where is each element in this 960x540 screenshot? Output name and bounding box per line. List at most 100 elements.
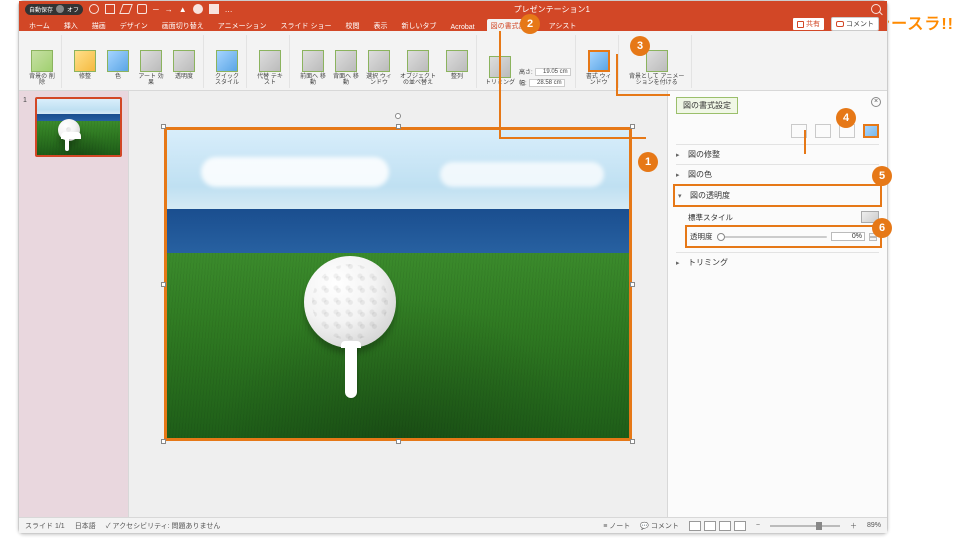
format-pane: 図の書式設定 × ▸図の修整 ▸図の色 ▾図の透明度 標準スタイル bbox=[667, 91, 887, 517]
qat-filled-square-icon[interactable] bbox=[209, 4, 219, 14]
tab-assist[interactable]: アシスト bbox=[547, 19, 579, 31]
status-lang: 日本語 bbox=[75, 521, 96, 531]
callout-2: 2 bbox=[520, 14, 540, 34]
qat-roundrect-icon[interactable] bbox=[137, 4, 147, 14]
color-button[interactable]: 色 bbox=[103, 50, 133, 87]
transparency-value[interactable]: 0% bbox=[831, 232, 865, 241]
zoom-out-button[interactable]: − bbox=[756, 522, 760, 529]
tab-home[interactable]: ホーム bbox=[27, 19, 52, 31]
tab-animations[interactable]: アニメーション bbox=[216, 19, 269, 31]
section-transparency-label: 図の透明度 bbox=[690, 190, 730, 201]
callout-4: 4 bbox=[836, 108, 856, 128]
tab-slideshow[interactable]: スライド ショー bbox=[279, 19, 334, 31]
format-pane-button[interactable]: 書式 ウィンドウ bbox=[584, 50, 614, 87]
status-a11y[interactable]: ✓ アクセシビリティ: 問題ありません bbox=[106, 521, 221, 531]
qat-text-icon[interactable]: … bbox=[225, 5, 233, 14]
selection-pane-button[interactable]: 選択 ウィンドウ bbox=[364, 50, 394, 87]
align-button[interactable]: 整列 bbox=[442, 50, 472, 87]
autosave-toggle[interactable]: 自動保存 オフ bbox=[25, 4, 83, 15]
transparency-button[interactable]: 透明度 bbox=[169, 50, 199, 87]
height-label: 高さ: bbox=[519, 67, 533, 76]
body: 1 bbox=[19, 91, 887, 517]
remove-bg-button[interactable]: 背景の 削除 bbox=[27, 50, 57, 87]
section-color[interactable]: ▸ 図の色 bbox=[676, 164, 879, 184]
tab-view[interactable]: 表示 bbox=[371, 19, 389, 31]
preset-label: 標準スタイル bbox=[688, 212, 733, 223]
handle-n[interactable] bbox=[396, 124, 401, 129]
comments-button[interactable]: コメント bbox=[831, 17, 879, 31]
corrections-button[interactable]: 修整 bbox=[70, 50, 100, 87]
rotate-handle[interactable] bbox=[395, 113, 401, 119]
pane-close-button[interactable]: × bbox=[871, 97, 881, 107]
tab-custom[interactable]: 新しいタブ bbox=[399, 19, 438, 31]
section-corrections-label: 図の修整 bbox=[688, 149, 720, 160]
section-color-label: 図の色 bbox=[688, 169, 712, 180]
share-icon bbox=[797, 21, 804, 28]
notes-button[interactable]: ≡ ノート bbox=[603, 521, 630, 531]
handle-sw[interactable] bbox=[161, 439, 166, 444]
qat-triangle-icon[interactable]: ▲ bbox=[179, 5, 187, 14]
artistic-button[interactable]: アート 効果 bbox=[136, 50, 166, 87]
qat-line-icon[interactable]: ─ bbox=[153, 5, 159, 14]
thumb-slide-1[interactable] bbox=[35, 97, 122, 157]
handle-w[interactable] bbox=[161, 282, 166, 287]
pane-tab-effects-icon[interactable] bbox=[815, 124, 831, 138]
qat-filled-circle-icon[interactable] bbox=[193, 4, 203, 14]
comment-icon bbox=[836, 21, 844, 27]
handle-se[interactable] bbox=[630, 439, 635, 444]
section-corrections[interactable]: ▸図の修整 bbox=[676, 144, 879, 164]
tab-transitions[interactable]: 画面切り替え bbox=[160, 19, 206, 31]
send-backward-button[interactable]: 背面へ 移動 bbox=[331, 50, 361, 87]
search-icon[interactable] bbox=[871, 4, 881, 14]
tab-draw[interactable]: 描画 bbox=[90, 19, 108, 31]
view-sorter-button[interactable] bbox=[704, 521, 716, 531]
slide-canvas[interactable] bbox=[129, 91, 667, 517]
callout-line bbox=[616, 94, 670, 96]
callout-6: 6 bbox=[872, 218, 892, 238]
bring-forward-button[interactable]: 前面へ 移動 bbox=[298, 50, 328, 87]
tab-design[interactable]: デザイン bbox=[118, 19, 150, 31]
reorder-button[interactable]: オブジェクト の並べ替え bbox=[397, 50, 439, 87]
zoom-value[interactable]: 89% bbox=[867, 522, 881, 529]
share-label: 共有 bbox=[806, 19, 820, 29]
section-crop-label: トリミング bbox=[688, 257, 728, 268]
tab-insert[interactable]: 挿入 bbox=[62, 19, 80, 31]
comments-label: コメント bbox=[846, 19, 874, 29]
pane-tab-picture-icon[interactable] bbox=[863, 124, 879, 138]
section-transparency[interactable]: ▾ 図の透明度 bbox=[678, 188, 877, 203]
qat-square-icon[interactable] bbox=[105, 4, 115, 14]
section-crop[interactable]: ▸トリミング bbox=[676, 252, 879, 272]
transparency-slider[interactable] bbox=[717, 236, 828, 238]
qat-parallelogram-icon[interactable] bbox=[119, 4, 133, 14]
document-title: プレゼンテーション1 bbox=[239, 4, 865, 15]
handle-s[interactable] bbox=[396, 439, 401, 444]
view-reading-button[interactable] bbox=[719, 521, 731, 531]
comments-button[interactable]: 💬 コメント bbox=[640, 521, 679, 531]
handle-ne[interactable] bbox=[630, 124, 635, 129]
autosave-dot-icon bbox=[56, 5, 64, 13]
alt-text-button[interactable]: 代替 テキスト bbox=[255, 50, 285, 87]
width-field[interactable]: 28.58 cm bbox=[529, 79, 565, 87]
tab-review[interactable]: 校閲 bbox=[343, 19, 361, 31]
quick-access-toolbar: ─ → ▲ … bbox=[89, 4, 233, 14]
view-slideshow-button[interactable] bbox=[734, 521, 746, 531]
slide-thumbnails: 1 bbox=[19, 91, 129, 517]
callout-3: 3 bbox=[630, 36, 650, 56]
qat-circle-icon[interactable] bbox=[89, 4, 99, 14]
quick-styles-button[interactable]: クイック スタイル bbox=[212, 50, 242, 87]
tab-acrobat[interactable]: Acrobat bbox=[448, 22, 476, 31]
selected-picture[interactable] bbox=[164, 127, 632, 441]
zoom-in-button[interactable]: ＋ bbox=[850, 521, 857, 531]
chevron-down-icon: ▾ bbox=[678, 192, 686, 200]
callout-5: 5 bbox=[872, 166, 892, 186]
height-field[interactable]: 19.05 cm bbox=[535, 68, 571, 76]
handle-e[interactable] bbox=[630, 282, 635, 287]
view-normal-button[interactable] bbox=[689, 521, 701, 531]
slider-knob[interactable] bbox=[717, 233, 725, 241]
chevron-right-icon: ▸ bbox=[676, 171, 684, 179]
zoom-slider[interactable] bbox=[770, 525, 840, 527]
qat-arrow-icon[interactable]: → bbox=[165, 5, 173, 14]
share-button[interactable]: 共有 bbox=[792, 17, 825, 31]
handle-nw[interactable] bbox=[161, 124, 166, 129]
autosave-label: 自動保存 bbox=[29, 5, 53, 14]
